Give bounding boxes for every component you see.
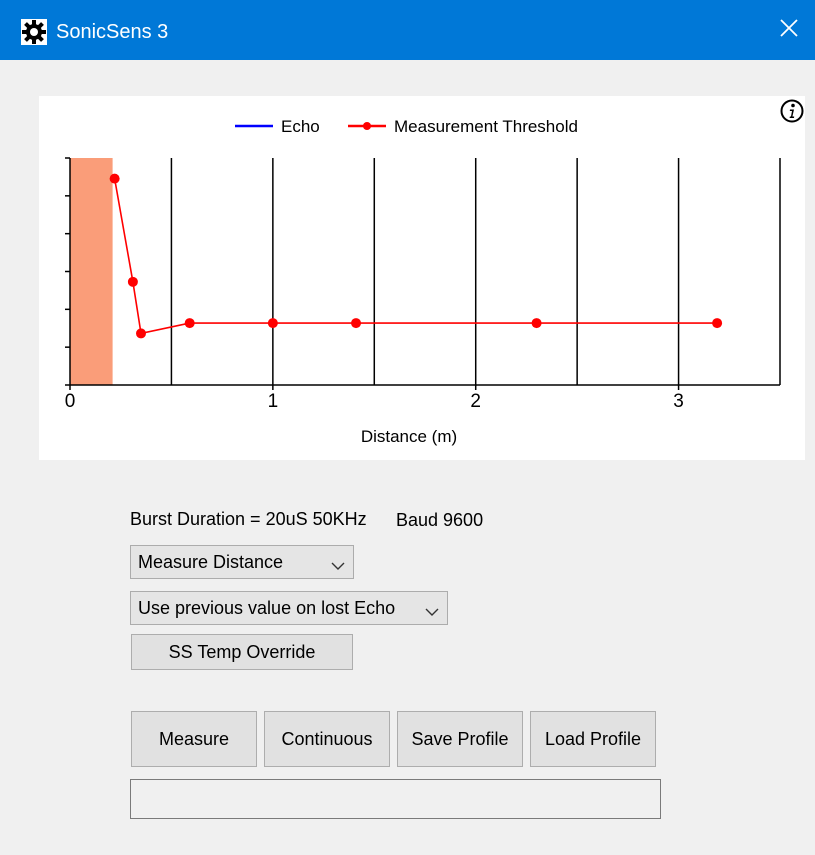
data-point xyxy=(127,276,138,287)
x-tick-label: 2 xyxy=(470,391,481,412)
data-point xyxy=(267,318,278,329)
mode-select[interactable]: Measure Distance xyxy=(130,545,354,579)
load-profile-button[interactable]: Load Profile xyxy=(530,711,656,767)
mode-select-value: Measure Distance xyxy=(138,551,284,572)
data-point xyxy=(712,318,723,329)
lost-echo-select[interactable]: Use previous value on lost Echo xyxy=(130,591,448,625)
legend-label: Measurement Threshold xyxy=(394,117,578,136)
data-point xyxy=(184,318,195,329)
x-axis-label: Distance (m) xyxy=(361,427,457,446)
data-point xyxy=(351,318,362,329)
measure-button-label: Measure xyxy=(158,728,230,749)
series-line xyxy=(113,178,718,335)
data-point xyxy=(109,173,120,184)
blanking-zone xyxy=(70,158,113,385)
window-title: SonicSens 3 xyxy=(56,21,169,43)
load-profile-button-label: Load Profile xyxy=(544,728,642,749)
status-box xyxy=(130,779,661,819)
ss-temp-override-label: SS Temp Override xyxy=(168,641,316,662)
data-point xyxy=(136,328,146,339)
x-tick-label: 1 xyxy=(268,391,279,412)
lost-echo-select-value: Use previous value on lost Echo xyxy=(138,597,396,618)
close-icon xyxy=(780,18,798,42)
echo-chart: 0 1 2 3 Distance (m) Echo Measurement Threshol… xyxy=(39,96,805,460)
continuous-button-label: Continuous xyxy=(281,728,373,749)
save-profile-button-label: Save Profile xyxy=(411,728,509,749)
title-bar: SonicSens 3 xyxy=(0,0,815,60)
info-icon[interactable] xyxy=(780,99,804,123)
baud-label: Baud 9600 xyxy=(396,510,484,530)
measure-button[interactable]: Measure xyxy=(131,711,257,767)
legend-label: Echo xyxy=(281,117,320,136)
continuous-button[interactable]: Continuous xyxy=(264,711,390,767)
x-tick-label: 0 xyxy=(65,391,76,412)
save-profile-button[interactable]: Save Profile xyxy=(397,711,523,767)
chevron-down-icon xyxy=(331,556,345,570)
legend-marker xyxy=(363,122,371,130)
data-point xyxy=(531,318,542,329)
chevron-down-icon xyxy=(425,602,439,616)
chart-canvas: 0 1 2 3 Distance (m) Echo Measurement Threshol… xyxy=(65,117,781,446)
ss-temp-override-button[interactable]: SS Temp Override xyxy=(131,634,353,670)
x-tick-label: 3 xyxy=(673,391,684,412)
burst-duration-label: Burst Duration = 20uS 50KHz xyxy=(130,509,367,529)
gear-icon xyxy=(21,19,47,45)
close-button[interactable] xyxy=(763,0,815,60)
